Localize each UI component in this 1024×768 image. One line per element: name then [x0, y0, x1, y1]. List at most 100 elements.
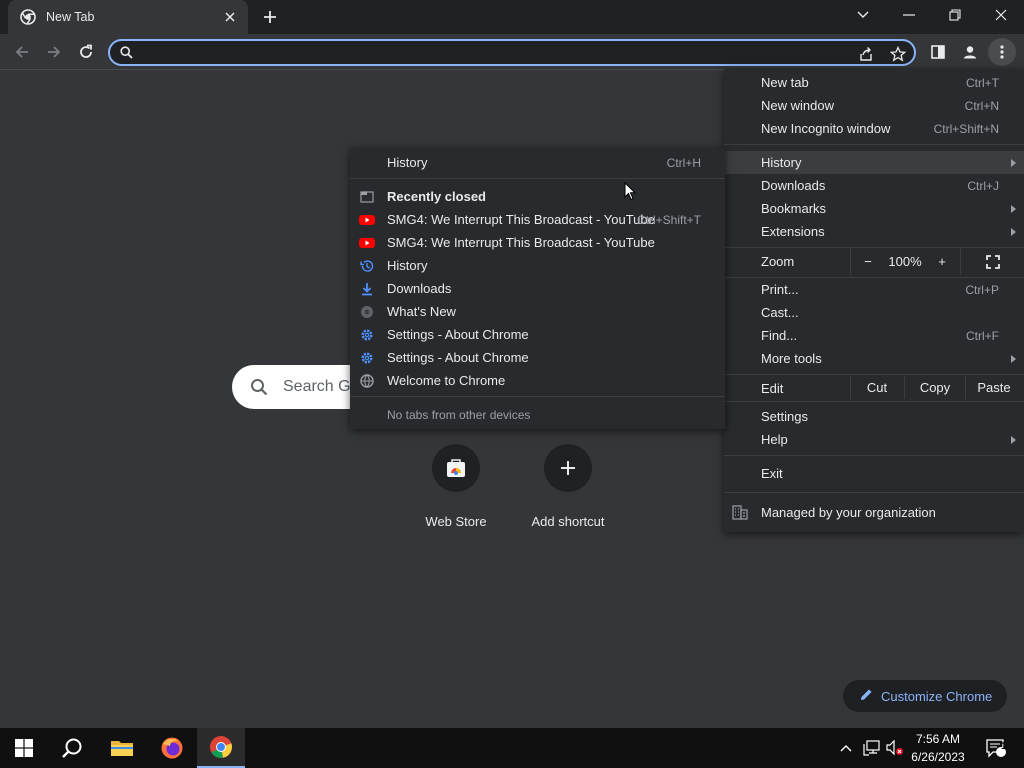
- chrome-icon: [359, 304, 375, 320]
- customize-chrome-button[interactable]: Customize Chrome: [843, 680, 1007, 712]
- restore-button[interactable]: [932, 0, 978, 30]
- submenu-item-history[interactable]: History Ctrl+H: [350, 151, 725, 174]
- chrome-menu-button[interactable]: [988, 38, 1016, 66]
- forward-button[interactable]: [40, 38, 68, 66]
- youtube-icon: [359, 212, 375, 228]
- globe-icon: [359, 373, 375, 389]
- submenu-arrow-icon: [1011, 436, 1016, 444]
- volume-muted-icon[interactable]: [884, 728, 906, 768]
- notification-count-badge: 1: [1001, 741, 1007, 752]
- zoom-out-button[interactable]: −: [851, 248, 885, 275]
- tab-search-chevron-icon[interactable]: [840, 0, 886, 30]
- menu-item-label: Cast...: [761, 305, 799, 320]
- start-button[interactable]: [0, 728, 48, 768]
- paste-button[interactable]: Paste: [966, 376, 1022, 399]
- menu-item-shortcut: Ctrl+Shift+N: [933, 121, 999, 136]
- notification-center-icon[interactable]: 1: [978, 728, 1014, 768]
- close-window-button[interactable]: [978, 0, 1024, 30]
- edit-label: Edit: [761, 381, 784, 396]
- file-explorer-icon[interactable]: [98, 728, 146, 768]
- menu-item-label: New tab: [761, 75, 809, 90]
- submenu-item-shortcut: Ctrl+H: [666, 155, 701, 170]
- bookmark-star-icon[interactable]: [888, 44, 908, 64]
- zoom-in-button[interactable]: +: [925, 248, 959, 275]
- submenu-arrow-icon: [1011, 228, 1016, 236]
- submenu-arrow-icon: [1011, 159, 1016, 167]
- zoom-value: 100%: [888, 254, 922, 269]
- recently-closed-item[interactable]: History: [350, 254, 725, 277]
- menu-item-label: New window: [761, 98, 834, 113]
- show-hidden-icons-chevron[interactable]: [836, 728, 856, 768]
- submenu-arrow-icon: [1011, 355, 1016, 363]
- menu-item-label: Help: [761, 432, 788, 447]
- cut-button[interactable]: Cut: [851, 376, 903, 399]
- menu-item-new-window[interactable]: New window Ctrl+N: [724, 94, 1024, 117]
- managed-by-organization[interactable]: Managed by your organization: [724, 500, 1024, 524]
- copy-button[interactable]: Copy: [905, 376, 965, 399]
- menu-item-downloads[interactable]: Downloads Ctrl+J: [724, 174, 1024, 197]
- web-store-icon: [432, 444, 480, 492]
- new-tab-button[interactable]: [256, 4, 284, 30]
- menu-item-settings[interactable]: Settings: [724, 405, 1024, 428]
- recently-closed-item[interactable]: Downloads: [350, 277, 725, 300]
- network-icon[interactable]: [860, 728, 884, 768]
- submenu-item-label: SMG4: We Interrupt This Broadcast - YouT…: [387, 235, 655, 250]
- chrome-taskbar-icon[interactable]: [197, 728, 245, 768]
- ntp-search-placeholder: Search G: [283, 378, 351, 395]
- submenu-arrow-icon: [1011, 205, 1016, 213]
- menu-item-find[interactable]: Find... Ctrl+F: [724, 324, 1024, 347]
- system-clock[interactable]: 7:56 AM 6/26/2023: [906, 730, 970, 766]
- recently-closed-item[interactable]: Welcome to Chrome: [350, 369, 725, 392]
- omnibox[interactable]: [108, 39, 916, 66]
- menu-item-print[interactable]: Print... Ctrl+P: [724, 278, 1024, 301]
- menu-item-more-tools[interactable]: More tools: [724, 347, 1024, 370]
- zoom-row: Zoom − 100% +: [724, 248, 1024, 275]
- minimize-button[interactable]: [886, 0, 932, 30]
- search-taskbar-icon[interactable]: [48, 728, 96, 768]
- menu-item-new-tab[interactable]: New tab Ctrl+T: [724, 71, 1024, 94]
- menu-item-new-incognito-window[interactable]: New Incognito window Ctrl+Shift+N: [724, 117, 1024, 140]
- recently-closed-item[interactable]: What's New: [350, 300, 725, 323]
- settings-gear-icon: [359, 350, 375, 366]
- close-tab-icon[interactable]: [218, 5, 242, 29]
- profile-button[interactable]: [956, 38, 984, 66]
- menu-item-exit[interactable]: Exit: [724, 462, 1024, 485]
- recently-closed-item[interactable]: SMG4: We Interrupt This Broadcast - YouT…: [350, 231, 725, 254]
- back-button[interactable]: [8, 38, 36, 66]
- menu-item-extensions[interactable]: Extensions: [724, 220, 1024, 243]
- clock-time: 7:56 AM: [915, 732, 961, 746]
- menu-item-label: Print...: [761, 282, 799, 297]
- menu-item-cast[interactable]: Cast...: [724, 301, 1024, 324]
- recently-closed-item[interactable]: Settings - About Chrome: [350, 323, 725, 346]
- reload-button[interactable]: [72, 38, 100, 66]
- menu-item-shortcut: Ctrl+N: [964, 98, 999, 113]
- fullscreen-icon[interactable]: [961, 248, 1024, 275]
- recently-closed-item[interactable]: SMG4: We Interrupt This Broadcast - YouT…: [350, 208, 725, 231]
- side-panel-button[interactable]: [924, 38, 952, 66]
- menu-separator: [724, 374, 1024, 375]
- managed-label: Managed by your organization: [761, 504, 936, 520]
- tab-new-tab[interactable]: New Tab: [8, 0, 248, 34]
- shortcut-add[interactable]: Add shortcut: [513, 444, 623, 529]
- chrome-main-menu: New tab Ctrl+T New window Ctrl+N New Inc…: [724, 69, 1024, 532]
- add-icon: [544, 444, 592, 492]
- menu-item-help[interactable]: Help: [724, 428, 1024, 451]
- submenu-item-label: Downloads: [387, 281, 452, 296]
- edit-row: Edit Cut Copy Paste: [724, 376, 1024, 399]
- menu-item-bookmarks[interactable]: Bookmarks: [724, 197, 1024, 220]
- firefox-icon[interactable]: [148, 728, 196, 768]
- shortcut-web-store[interactable]: Web Store: [401, 444, 511, 529]
- tab-title: New Tab: [46, 10, 95, 24]
- menu-item-shortcut: Ctrl+F: [966, 328, 999, 343]
- menu-item-shortcut: Ctrl+J: [967, 178, 999, 193]
- menu-item-history[interactable]: History: [724, 151, 1024, 174]
- no-tabs-message: No tabs from other devices: [350, 403, 725, 426]
- omnibox-input[interactable]: [142, 43, 842, 62]
- zoom-label: Zoom: [761, 254, 795, 269]
- share-icon[interactable]: [856, 44, 876, 64]
- tab-window-icon: [359, 189, 375, 205]
- search-icon: [250, 378, 268, 399]
- submenu-item-label: History: [387, 155, 428, 170]
- recently-closed-item[interactable]: Settings - About Chrome: [350, 346, 725, 369]
- history-icon: [359, 258, 375, 274]
